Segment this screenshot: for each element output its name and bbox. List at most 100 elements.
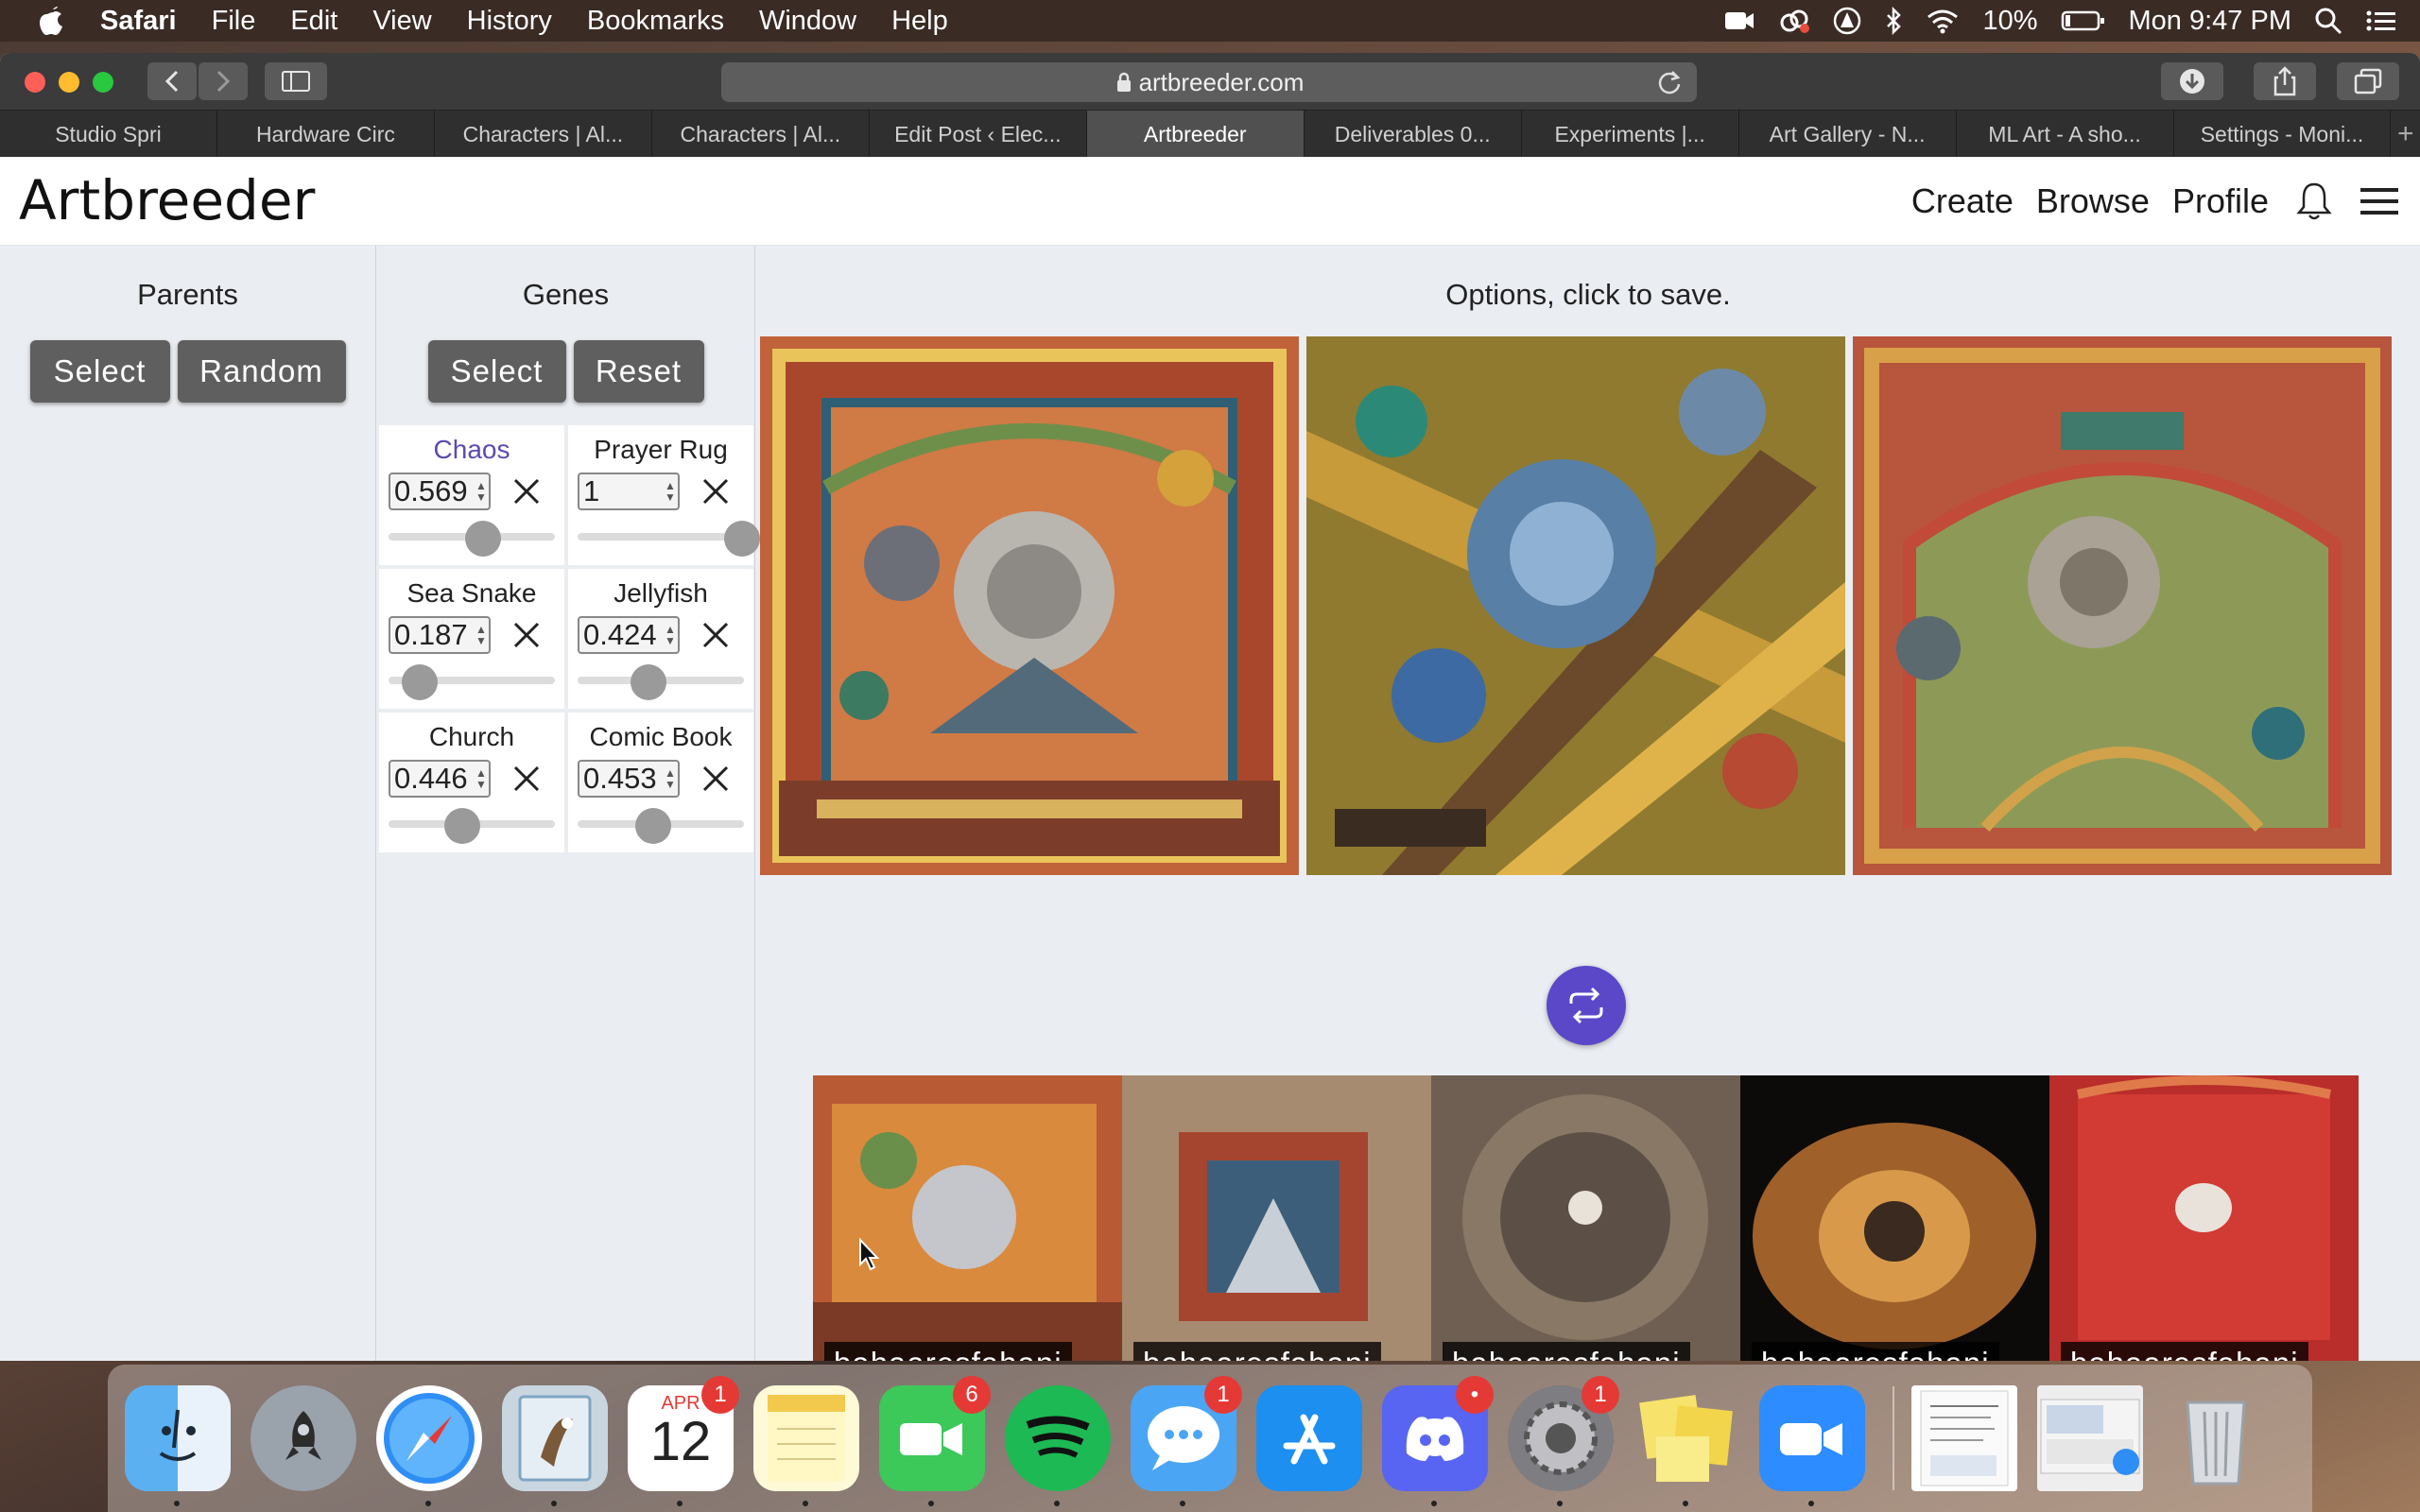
nav-browse[interactable]: Browse [2036,181,2150,221]
menu-edit[interactable]: Edit [290,6,337,37]
camera-icon[interactable] [1723,8,1755,34]
thumbnail-3[interactable]: bahaaresfahani [1431,1075,1740,1361]
menu-file[interactable]: File [212,6,256,37]
stepper-arrows-icon[interactable]: ▲ ▼ [475,624,487,646]
stickies-icon[interactable] [1634,1385,1739,1506]
gene-slider-handle[interactable] [465,521,502,557]
regenerate-button[interactable] [1547,966,1626,1045]
option-image-2[interactable] [1306,336,1845,875]
tab-edit-post[interactable]: Edit Post ‹ Elec... [870,111,1087,158]
safari-icon[interactable] [376,1385,482,1506]
menu-history[interactable]: History [467,6,552,37]
finder-icon[interactable] [125,1385,231,1506]
remove-gene-close-icon[interactable] [699,618,733,657]
tab-overview-button[interactable] [2337,62,2399,100]
tab-ml-art[interactable]: ML Art - A sho... [1957,111,2174,158]
thumbnail-1[interactable]: bahaaresfahani [813,1075,1122,1361]
tab-hardware-circ[interactable]: Hardware Circ [217,111,435,158]
thumbnail-username[interactable]: bahaaresfahani [1133,1342,1381,1361]
genes-reset-button[interactable]: Reset [573,340,704,403]
gene-value-input[interactable]: 1 ▲ ▼ [578,472,680,510]
document-stack-icon[interactable] [1911,1385,2017,1491]
tab-characters-2[interactable]: Characters | Al... [652,111,870,158]
mail-icon[interactable] [502,1385,608,1506]
stepper-arrows-icon[interactable]: ▲ ▼ [665,767,676,790]
app-store-icon[interactable] [1256,1385,1362,1491]
launchpad-icon[interactable] [251,1385,356,1491]
sidebar-toggle-button[interactable] [265,62,327,100]
screenshot-stack-icon[interactable] [2037,1385,2143,1491]
option-image-1[interactable] [760,336,1299,875]
trash-icon[interactable] [2163,1385,2269,1491]
stepper-arrows-icon[interactable]: ▲ ▼ [475,480,487,503]
downloads-button[interactable] [2161,62,2223,100]
spotlight-search-icon[interactable] [2314,7,2342,35]
gene-slider-handle[interactable] [724,521,760,557]
thumbnail-5[interactable]: bahaaresfahani [2049,1075,2359,1361]
remove-gene-close-icon[interactable] [699,474,733,513]
messages-icon[interactable]: 1 [1131,1376,1242,1506]
menu-view[interactable]: View [372,6,431,37]
remove-gene-close-icon[interactable] [510,474,544,513]
gene-value-input[interactable]: 0.187 ▲ ▼ [389,616,491,654]
menu-window[interactable]: Window [759,6,856,37]
gene-value-input[interactable]: 0.446 ▲ ▼ [389,760,491,798]
parents-select-button[interactable]: Select [29,340,170,403]
thumbnail-username[interactable]: bahaaresfahani [1752,1342,1999,1361]
thumbnail-2[interactable]: bahaaresfahani [1122,1075,1431,1361]
gene-slider-handle[interactable] [630,664,666,700]
tab-art-gallery[interactable]: Art Gallery - N... [1739,111,1957,158]
apple-menu-icon[interactable] [34,5,72,37]
gene-value-input[interactable]: 0.569 ▲ ▼ [389,472,491,510]
genes-select-button[interactable]: Select [427,340,566,403]
back-button[interactable] [147,62,197,100]
share-button[interactable] [2254,62,2316,100]
bell-icon[interactable] [2295,180,2333,222]
gene-slider-track[interactable] [578,533,744,541]
menu-help[interactable]: Help [891,6,948,37]
fullscreen-window-button[interactable] [93,72,113,93]
option-image-3[interactable] [1853,336,2392,875]
gene-slider-handle[interactable] [634,808,671,844]
remove-gene-close-icon[interactable] [699,762,733,800]
gene-value-input[interactable]: 0.453 ▲ ▼ [578,760,680,798]
new-tab-button[interactable]: + [2391,111,2420,158]
tab-deliverables[interactable]: Deliverables 0... [1305,111,1522,158]
notes-icon[interactable] [753,1385,859,1506]
control-center-list-icon[interactable] [2365,8,2397,34]
gene-slider-handle[interactable] [444,808,481,844]
thumbnail-username[interactable]: bahaaresfahani [824,1342,1072,1361]
clock[interactable]: Mon 9:47 PM [2129,6,2291,37]
spotify-icon[interactable] [1005,1385,1111,1506]
stepper-arrows-icon[interactable]: ▲ ▼ [665,624,676,646]
nav-create[interactable]: Create [1911,181,2014,221]
site-logo[interactable]: Artbreeder [19,168,315,232]
tab-experiments[interactable]: Experiments |... [1522,111,1739,158]
thumbnail-username[interactable]: bahaaresfahani [2061,1342,2308,1361]
nav-profile[interactable]: Profile [2172,181,2269,221]
address-bar[interactable]: artbreeder.com [721,62,1697,102]
discord-icon[interactable]: • [1382,1376,1494,1506]
thumbnail-username[interactable]: bahaaresfahani [1443,1342,1690,1361]
gene-value-input[interactable]: 0.424 ▲ ▼ [578,616,680,654]
zoom-icon[interactable] [1759,1385,1865,1506]
minimize-window-button[interactable] [59,72,79,93]
thumbnail-4[interactable]: bahaaresfahani [1740,1075,2049,1361]
stepper-arrows-icon[interactable]: ▲ ▼ [665,480,676,503]
vpn-icon[interactable] [1833,7,1861,35]
battery-icon[interactable] [2061,9,2106,33]
close-window-button[interactable] [25,72,45,93]
gene-slider-handle[interactable] [401,664,438,700]
tab-settings[interactable]: Settings - Moni... [2174,111,2392,158]
tab-artbreeder[interactable]: Artbreeder [1086,111,1305,158]
bluetooth-icon[interactable] [1884,7,1903,35]
tab-studio-spri[interactable]: Studio Spri [0,111,217,158]
system-preferences-icon[interactable]: 1 [1508,1376,1619,1506]
gene-name[interactable]: Chaos [379,435,564,465]
menu-bookmarks[interactable]: Bookmarks [587,6,724,37]
tab-characters-1[interactable]: Characters | Al... [435,111,652,158]
menu-app-name[interactable]: Safari [100,6,177,37]
facetime-icon[interactable]: 6 [879,1376,991,1506]
wifi-icon[interactable] [1926,8,1960,34]
hamburger-menu-icon[interactable] [2360,185,2399,217]
